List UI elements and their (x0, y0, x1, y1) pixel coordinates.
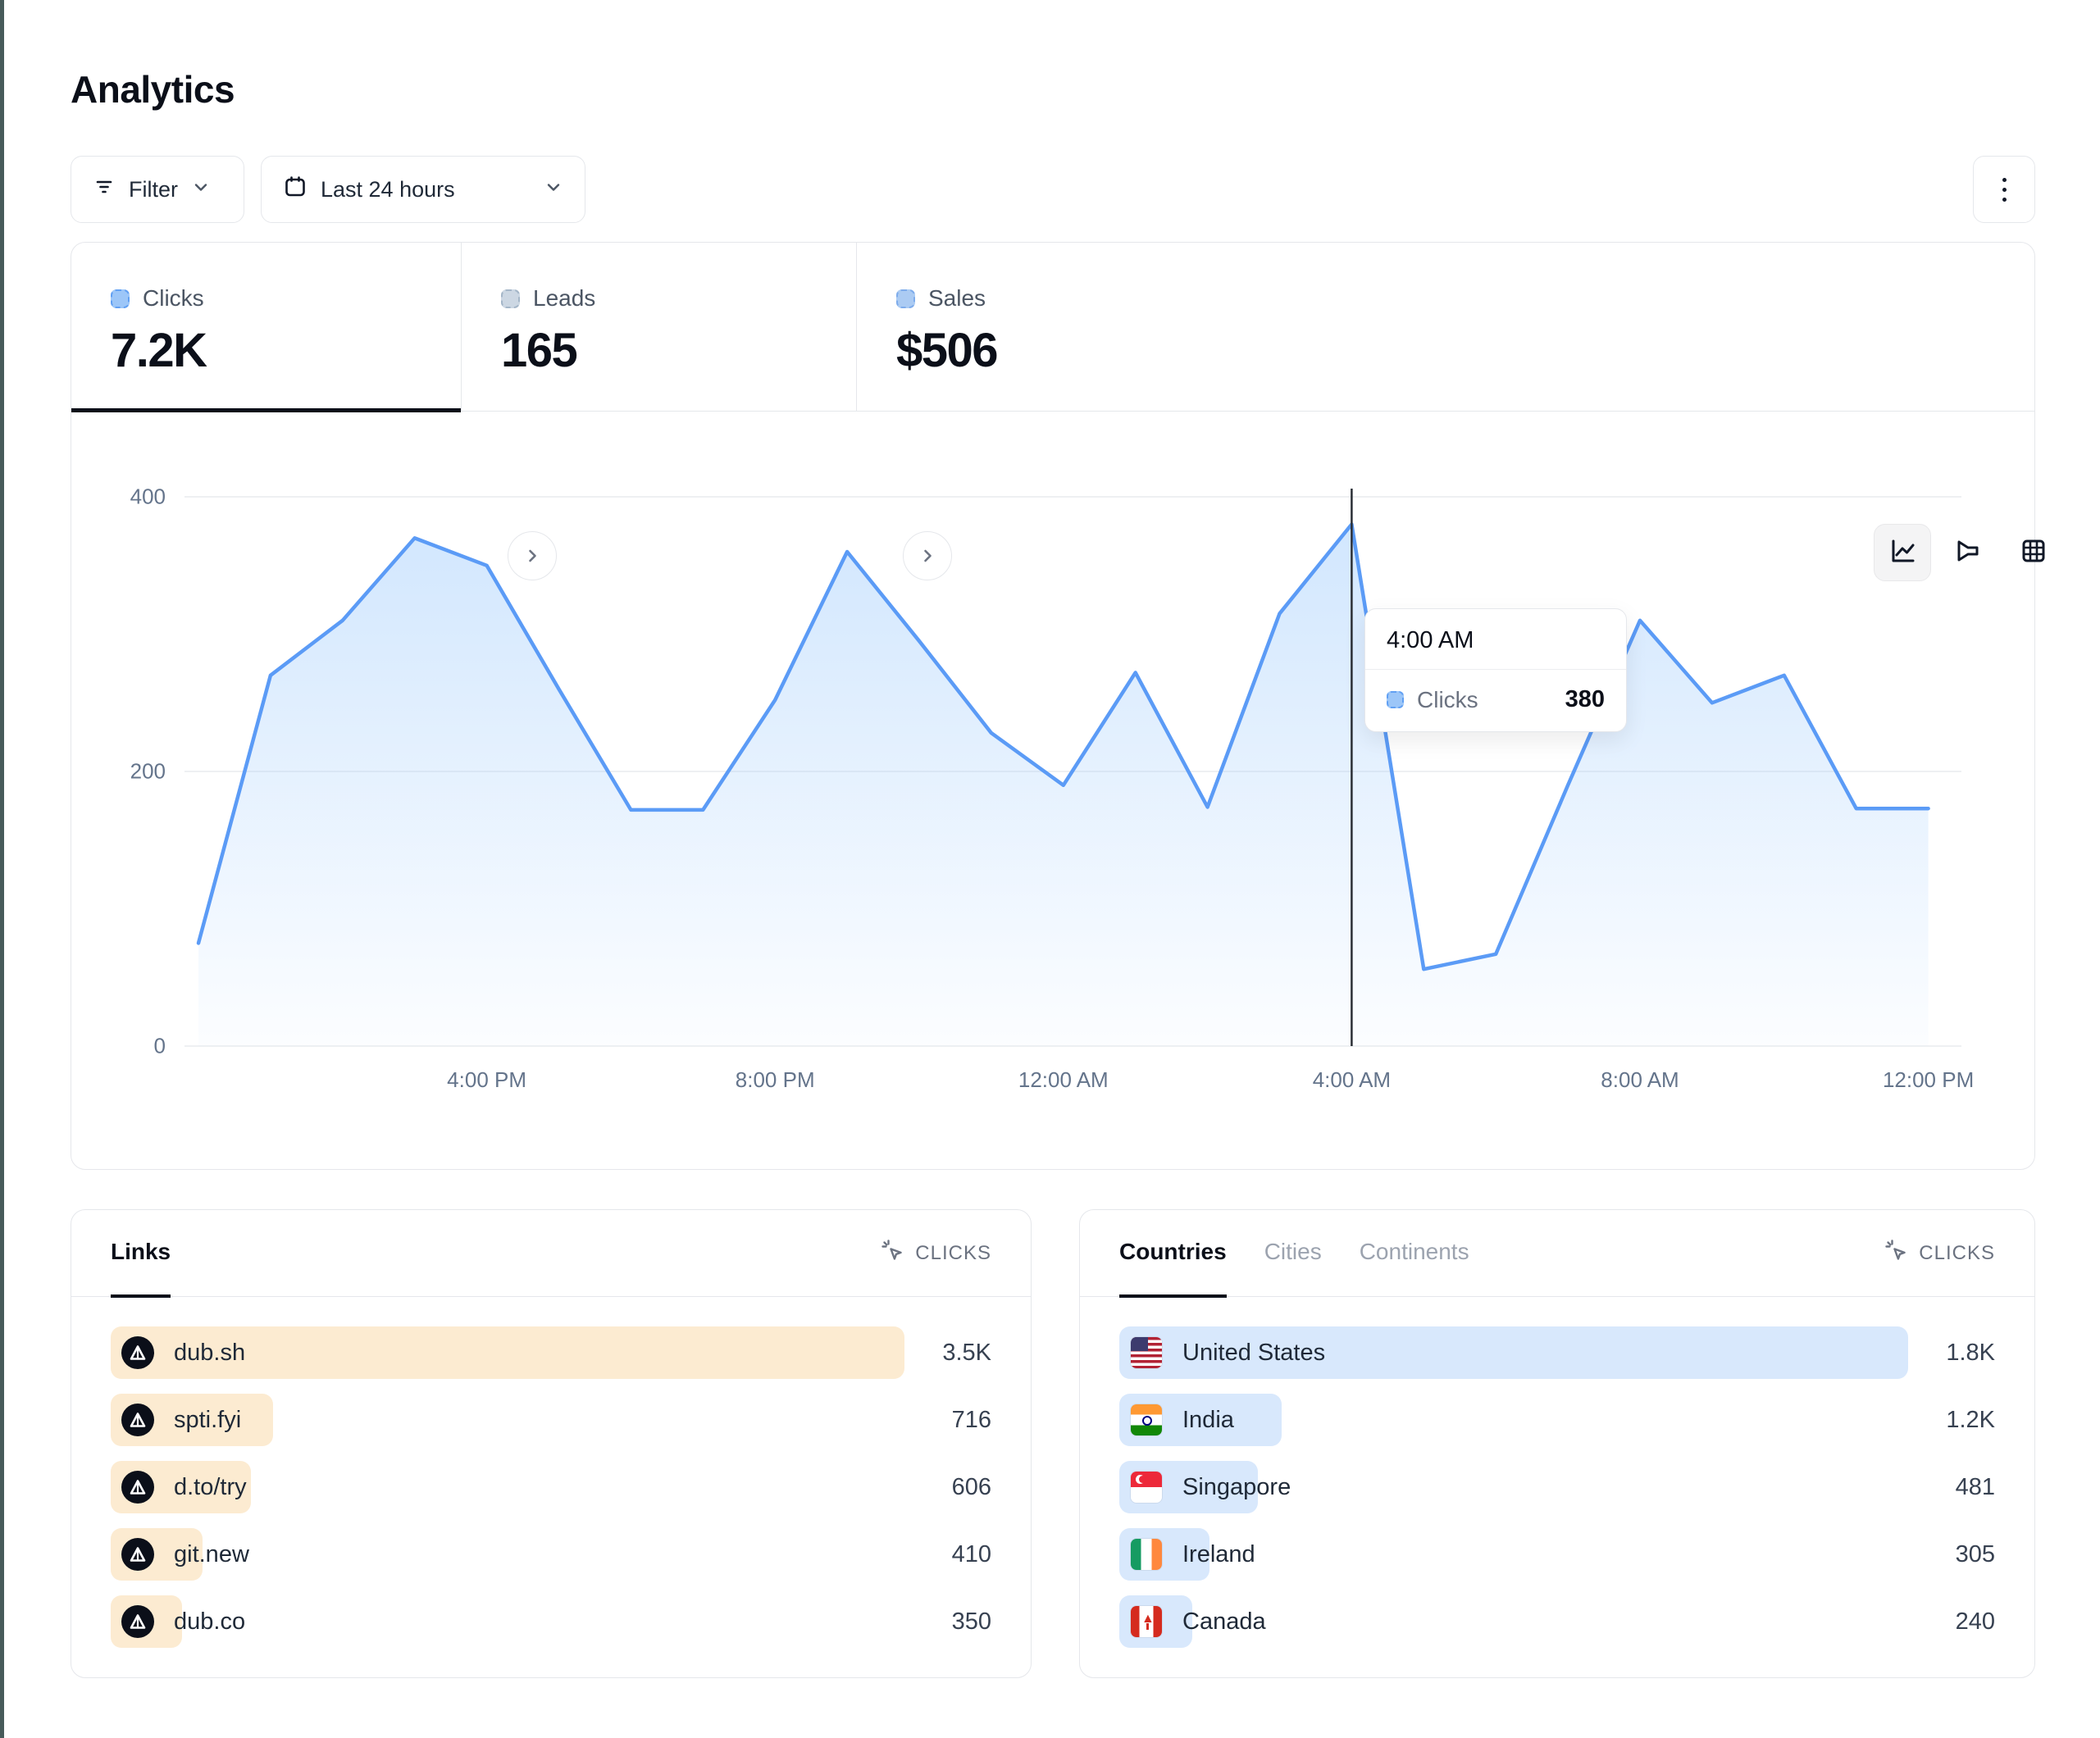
link-row[interactable]: spti.fyi 716 (111, 1394, 991, 1446)
expand-clicks-chevron-button[interactable] (508, 531, 557, 580)
links-metric-toggle[interactable]: CLICKS (879, 1210, 991, 1296)
tab-leads[interactable]: Leads 165 (462, 243, 857, 411)
country-row[interactable]: Ireland 305 (1119, 1528, 1995, 1581)
dub-logo-icon (121, 1471, 154, 1504)
link-label: dub.sh (174, 1340, 245, 1367)
link-value: 350 (916, 1608, 991, 1636)
funnel-view-button[interactable] (1939, 524, 1997, 581)
country-value: 240 (1920, 1608, 1995, 1636)
tab-cities[interactable]: Cities (1264, 1210, 1322, 1298)
links-metric-label: CLICKS (915, 1242, 991, 1265)
links-panel: Links CLICKS dub.sh 3.5K spti.fyi 716 d.to/t… (71, 1209, 1032, 1678)
tab-countries[interactable]: Countries (1119, 1210, 1227, 1298)
country-label: Ireland (1182, 1541, 1255, 1568)
line-chart-view-button[interactable] (1874, 524, 1931, 581)
table-view-button[interactable] (2005, 524, 2062, 581)
country-value: 1.8K (1920, 1340, 1995, 1367)
dub-logo-icon (121, 1336, 154, 1369)
flag-icon-in (1130, 1404, 1163, 1436)
country-value: 481 (1920, 1474, 1995, 1501)
clicks-series-marker (111, 289, 130, 308)
tab-sales[interactable]: Sales $506 (857, 243, 2034, 411)
table-grid-icon (2018, 535, 2049, 571)
stats-tabs: Clicks 7.2K Leads 165 Sales $506 (71, 243, 2034, 412)
country-row[interactable]: United States 1.8K (1119, 1326, 1995, 1379)
leads-series-marker (501, 289, 520, 308)
country-value: 305 (1920, 1541, 1995, 1568)
flag-icon-us (1130, 1336, 1163, 1369)
link-row[interactable]: dub.sh 3.5K (111, 1326, 991, 1379)
calendar-icon (283, 175, 307, 205)
link-row[interactable]: d.to/try 606 (111, 1461, 991, 1513)
flag-icon-ie (1130, 1538, 1163, 1571)
page-edge-strip (0, 0, 4, 1738)
dub-logo-icon (121, 1538, 154, 1571)
date-range-label: Last 24 hours (321, 177, 455, 202)
filter-icon (93, 175, 116, 204)
flag-icon-ca: ▲ (1130, 1605, 1163, 1638)
countries-panel: Countries Cities Continents CLICKS United … (1079, 1209, 2035, 1678)
chart-view-toggle (1874, 524, 2062, 581)
page-title: Analytics (71, 67, 235, 111)
filter-button-label: Filter (129, 177, 178, 202)
date-range-button[interactable]: Last 24 hours (261, 156, 585, 223)
link-value: 606 (916, 1474, 991, 1501)
country-label: United States (1182, 1340, 1325, 1367)
funnel-chart-icon (1952, 535, 1984, 571)
link-label: git.new (174, 1541, 249, 1568)
tab-continents[interactable]: Continents (1360, 1210, 1469, 1298)
leads-label: Leads (533, 285, 595, 312)
flag-icon-sg (1130, 1471, 1163, 1504)
dub-logo-icon (121, 1605, 154, 1638)
country-row[interactable]: Singapore 481 (1119, 1461, 1995, 1513)
kebab-menu-icon (2002, 178, 2007, 202)
analytics-chart-card: Clicks 7.2K Leads 165 Sales $506 (71, 242, 2035, 1170)
tab-clicks[interactable]: Clicks 7.2K (71, 243, 462, 411)
clicks-label: Clicks (143, 285, 204, 312)
cursor-click-icon (1883, 1237, 1909, 1269)
link-row[interactable]: dub.co 350 (111, 1595, 991, 1648)
cursor-click-icon (879, 1237, 905, 1269)
countries-metric-label: CLICKS (1919, 1242, 1995, 1265)
link-label: spti.fyi (174, 1407, 241, 1434)
sales-value: $506 (896, 323, 2034, 378)
country-row[interactable]: ▲ Canada 240 (1119, 1595, 1995, 1648)
sales-label: Sales (928, 285, 986, 312)
country-label: India (1182, 1407, 1234, 1434)
filter-button[interactable]: Filter (71, 156, 244, 223)
link-row[interactable]: git.new 410 (111, 1528, 991, 1581)
link-value: 716 (916, 1407, 991, 1434)
line-chart-icon (1887, 535, 1918, 571)
link-label: d.to/try (174, 1474, 247, 1501)
countries-metric-toggle[interactable]: CLICKS (1883, 1210, 1995, 1296)
country-label: Singapore (1182, 1474, 1291, 1501)
country-row[interactable]: India 1.2K (1119, 1394, 1995, 1446)
clicks-value: 7.2K (111, 323, 461, 378)
tab-links[interactable]: Links (111, 1210, 171, 1298)
dub-logo-icon (121, 1404, 154, 1436)
link-value: 3.5K (916, 1340, 991, 1367)
chevron-down-icon (191, 177, 211, 202)
chevron-down-icon (544, 177, 563, 202)
more-options-button[interactable] (1973, 156, 2035, 223)
expand-leads-chevron-button[interactable] (903, 531, 952, 580)
link-value: 410 (916, 1541, 991, 1568)
sales-series-marker (896, 289, 915, 308)
country-label: Canada (1182, 1608, 1266, 1636)
country-value: 1.2K (1920, 1407, 1995, 1434)
link-label: dub.co (174, 1608, 245, 1636)
leads-value: 165 (501, 323, 856, 378)
